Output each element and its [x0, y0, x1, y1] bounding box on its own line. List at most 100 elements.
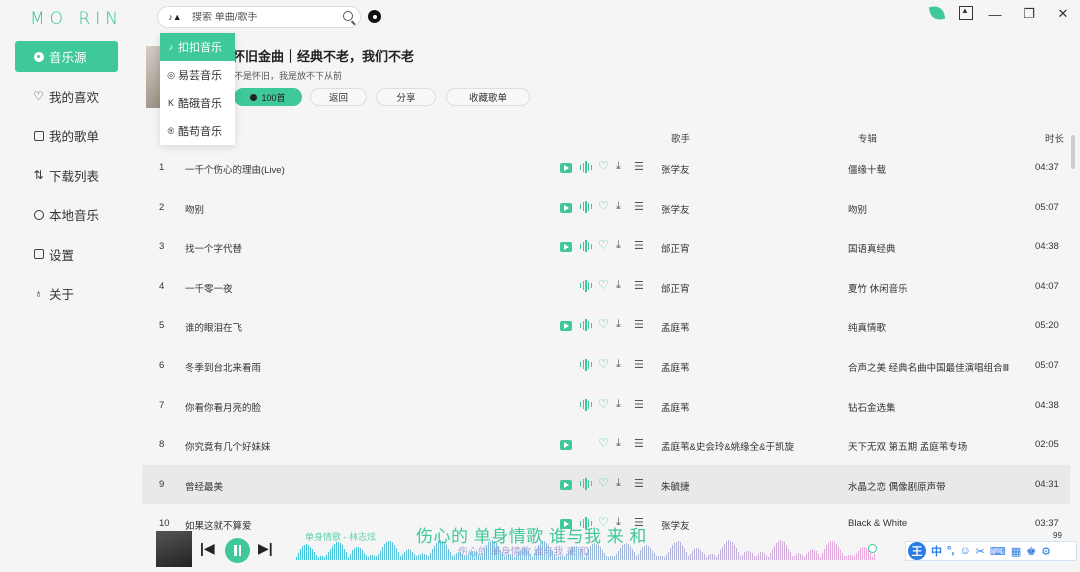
- play-all-button[interactable]: 100首: [234, 88, 302, 106]
- gear-icon[interactable]: ⚙: [1041, 545, 1051, 558]
- sidebar-item-0[interactable]: 音乐源: [15, 41, 118, 72]
- audio-quality-icon[interactable]: [580, 319, 592, 332]
- song-artist[interactable]: 张学友: [661, 162, 690, 176]
- table-row[interactable]: 5 谁的眼泪在飞 孟庭苇 纯真情歌 05:20 ♡ ⤓ ☰: [142, 306, 1070, 346]
- song-album[interactable]: 钻石金选集: [848, 400, 896, 414]
- sidebar-item-3[interactable]: ⇅ 下载列表: [15, 160, 118, 191]
- song-album[interactable]: 纯真情歌: [848, 320, 886, 334]
- like-icon[interactable]: ♡: [598, 317, 609, 331]
- table-row[interactable]: 3 找一个字代替 邰正宵 国语真经典 04:38 ♡ ⤓ ☰: [142, 227, 1070, 267]
- sidebar-item-2[interactable]: 我的歌单: [15, 120, 118, 151]
- mv-icon[interactable]: [560, 202, 572, 213]
- song-artist[interactable]: 邰正宵: [661, 281, 690, 295]
- like-icon[interactable]: ♡: [598, 476, 609, 490]
- table-row[interactable]: 6 冬季到台北来看雨 孟庭苇 合声之美 经典名曲中国最佳演唱组合Ⅲ 05:07 ♡ ⤓ ☰: [142, 346, 1070, 386]
- source-option-0[interactable]: ♪ 扣扣音乐: [160, 33, 235, 61]
- scissors-icon[interactable]: ✂: [976, 545, 985, 558]
- add-to-list-icon[interactable]: ☰: [634, 279, 644, 292]
- sidebar-item-5[interactable]: 设置: [15, 239, 118, 270]
- download-icon[interactable]: ⤓: [616, 477, 621, 489]
- mv-icon[interactable]: [560, 440, 572, 451]
- sidebar-item-1[interactable]: ♡ 我的喜欢: [15, 81, 118, 112]
- minimize-button[interactable]: —: [978, 7, 1012, 22]
- ime-punct[interactable]: °,: [947, 545, 954, 557]
- add-to-list-icon[interactable]: ☰: [634, 437, 644, 450]
- song-album[interactable]: 僵缘十载: [848, 162, 886, 176]
- next-icon[interactable]: ▶|: [258, 540, 273, 557]
- mv-icon[interactable]: [560, 163, 572, 173]
- add-to-list-icon[interactable]: ☰: [634, 398, 644, 411]
- download-icon[interactable]: ⤓: [616, 239, 621, 251]
- audio-quality-icon[interactable]: [580, 161, 592, 173]
- download-icon[interactable]: ⤓: [616, 160, 621, 172]
- add-to-list-icon[interactable]: ☰: [634, 358, 644, 371]
- maximize-button[interactable]: ❐: [1012, 6, 1046, 22]
- like-icon[interactable]: ♡: [598, 159, 609, 173]
- source-option-2[interactable]: K 酷硪音乐: [160, 89, 235, 117]
- sidebar-item-4[interactable]: 本地音乐: [15, 199, 118, 230]
- like-icon[interactable]: ♡: [598, 199, 609, 213]
- progress-knob[interactable]: [868, 544, 877, 553]
- audio-quality-icon[interactable]: [580, 200, 592, 213]
- like-icon[interactable]: ♡: [598, 357, 609, 371]
- audio-quality-icon[interactable]: [580, 240, 592, 253]
- add-to-list-icon[interactable]: ☰: [634, 160, 644, 173]
- song-album[interactable]: 水晶之恋 偶像剧原声带: [848, 479, 946, 493]
- download-icon[interactable]: ⤓: [616, 279, 621, 291]
- add-to-list-icon[interactable]: ☰: [634, 318, 644, 331]
- mv-icon[interactable]: [560, 242, 572, 253]
- song-artist[interactable]: 孟庭苇: [661, 360, 690, 374]
- keyboard-icon[interactable]: ⌨: [990, 545, 1006, 558]
- song-album[interactable]: 吻别: [848, 202, 867, 216]
- close-button[interactable]: ✕: [1046, 6, 1080, 22]
- grid-icon[interactable]: ▦: [1011, 545, 1021, 558]
- download-icon[interactable]: ⤓: [616, 200, 621, 212]
- sidebar-item-6[interactable]: ♁ 关于: [15, 278, 118, 309]
- emoji-icon[interactable]: ☺: [959, 545, 970, 557]
- table-row[interactable]: 9 曾经最美 朱毓捷 水晶之恋 偶像剧原声带 04:31 ♡ ⤓ ☰: [142, 464, 1070, 505]
- shirt-icon[interactable]: ♚: [1026, 545, 1036, 558]
- add-to-list-icon[interactable]: ☰: [634, 200, 644, 213]
- table-row[interactable]: 1 一千个伤心的理由(Live) 张学友 僵缘十载 04:37 ♡ ⤓ ☰: [142, 148, 1070, 188]
- audio-quality-icon[interactable]: [580, 358, 592, 371]
- add-to-list-icon[interactable]: ☰: [634, 239, 644, 252]
- share-button[interactable]: 分享: [376, 88, 436, 106]
- table-row[interactable]: 8 你究竟有几个好妹妹 孟庭苇&史会玲&姚缘全&于凯旋 天下无双 第五期 孟庭苇专场 0…: [142, 425, 1070, 465]
- like-icon[interactable]: ♡: [598, 436, 609, 450]
- mv-icon[interactable]: [560, 321, 572, 332]
- search-input[interactable]: [192, 11, 332, 23]
- disc-icon[interactable]: [368, 10, 381, 23]
- download-icon[interactable]: ⤓: [616, 358, 621, 370]
- add-to-list-icon[interactable]: ☰: [634, 477, 644, 490]
- audio-quality-icon[interactable]: [580, 477, 592, 490]
- download-icon[interactable]: ⤓: [616, 437, 621, 449]
- song-artist[interactable]: 朱毓捷: [661, 479, 690, 493]
- ime-lang[interactable]: 中: [931, 543, 942, 559]
- audio-quality-icon[interactable]: [580, 398, 592, 411]
- song-album[interactable]: 天下无双 第五期 孟庭苇专场: [848, 439, 967, 453]
- song-artist[interactable]: 孟庭苇: [661, 400, 690, 414]
- song-artist[interactable]: 孟庭苇&史会玲&姚缘全&于凯旋: [661, 439, 794, 453]
- song-artist[interactable]: 孟庭苇: [661, 320, 690, 334]
- song-album[interactable]: 夏竹 休闲音乐: [848, 281, 908, 295]
- source-option-1[interactable]: ◎ 易芸音乐: [160, 61, 235, 89]
- scrollbar[interactable]: [1071, 135, 1075, 169]
- like-icon[interactable]: ♡: [598, 397, 609, 411]
- song-album[interactable]: 国语真经典: [848, 241, 896, 255]
- table-row[interactable]: 7 你看你看月亮的脸 孟庭苇 钻石金选集 04:38 ♡ ⤓ ☰: [142, 386, 1070, 426]
- audio-quality-icon[interactable]: [580, 279, 592, 292]
- source-option-3[interactable]: ® 酷苟音乐: [160, 117, 235, 145]
- search-icon[interactable]: [343, 11, 353, 21]
- back-button[interactable]: 返回: [310, 88, 367, 106]
- pin-top-icon[interactable]: [959, 6, 973, 20]
- like-icon[interactable]: ♡: [598, 238, 609, 252]
- song-album[interactable]: 合声之美 经典名曲中国最佳演唱组合Ⅲ: [848, 360, 1009, 374]
- download-icon[interactable]: ⤓: [616, 398, 621, 410]
- mv-icon[interactable]: [560, 479, 572, 490]
- table-row[interactable]: 4 一千零一夜 邰正宵 夏竹 休闲音乐 04:07 ♡ ⤓ ☰: [142, 267, 1070, 307]
- pause-button[interactable]: [225, 538, 250, 563]
- like-icon[interactable]: ♡: [598, 278, 609, 292]
- prev-icon[interactable]: |◀: [200, 540, 215, 557]
- collect-playlist-button[interactable]: 收藏歌单: [446, 88, 530, 106]
- ime-logo-icon[interactable]: 王: [908, 542, 926, 560]
